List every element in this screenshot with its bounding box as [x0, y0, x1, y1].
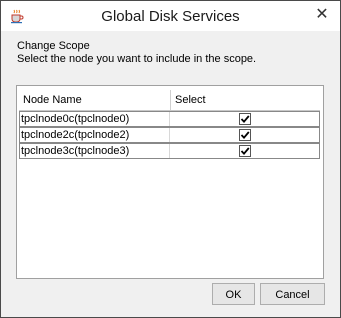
- table-header: Node Name Select: [19, 90, 320, 111]
- table-row[interactable]: tpclnode0c(tpclnode0): [19, 111, 320, 127]
- node-name-cell: tpclnode0c(tpclnode0): [20, 112, 170, 126]
- window-title: Global Disk Services: [101, 8, 240, 25]
- ok-button[interactable]: OK: [212, 283, 255, 305]
- select-checkbox[interactable]: [239, 113, 251, 125]
- close-button[interactable]: ✕: [312, 5, 332, 25]
- dialog-content: Change Scope Select the node you want to…: [8, 32, 332, 310]
- scope-heading: Change Scope: [17, 40, 90, 52]
- node-table: Node Name Select tpclnode0c(tpclnode0) t…: [16, 85, 324, 279]
- table-row[interactable]: tpclnode3c(tpclnode3): [19, 143, 320, 159]
- column-header-select[interactable]: Select: [171, 90, 320, 110]
- dialog-window: Global Disk Services ✕ Change Scope Sele…: [0, 0, 341, 318]
- cancel-button[interactable]: Cancel: [260, 283, 325, 305]
- select-cell: [170, 128, 319, 142]
- title-bar[interactable]: Global Disk Services ✕: [1, 1, 340, 31]
- column-header-node-name[interactable]: Node Name: [19, 90, 171, 110]
- select-cell: [170, 112, 319, 126]
- table-row[interactable]: tpclnode2c(tpclnode2): [19, 127, 320, 143]
- select-checkbox[interactable]: [239, 129, 251, 141]
- select-cell: [170, 144, 319, 158]
- select-checkbox[interactable]: [239, 145, 251, 157]
- node-name-cell: tpclnode2c(tpclnode2): [20, 128, 170, 142]
- node-name-cell: tpclnode3c(tpclnode3): [20, 144, 170, 158]
- scope-instructions: Select the node you want to include in t…: [17, 53, 257, 65]
